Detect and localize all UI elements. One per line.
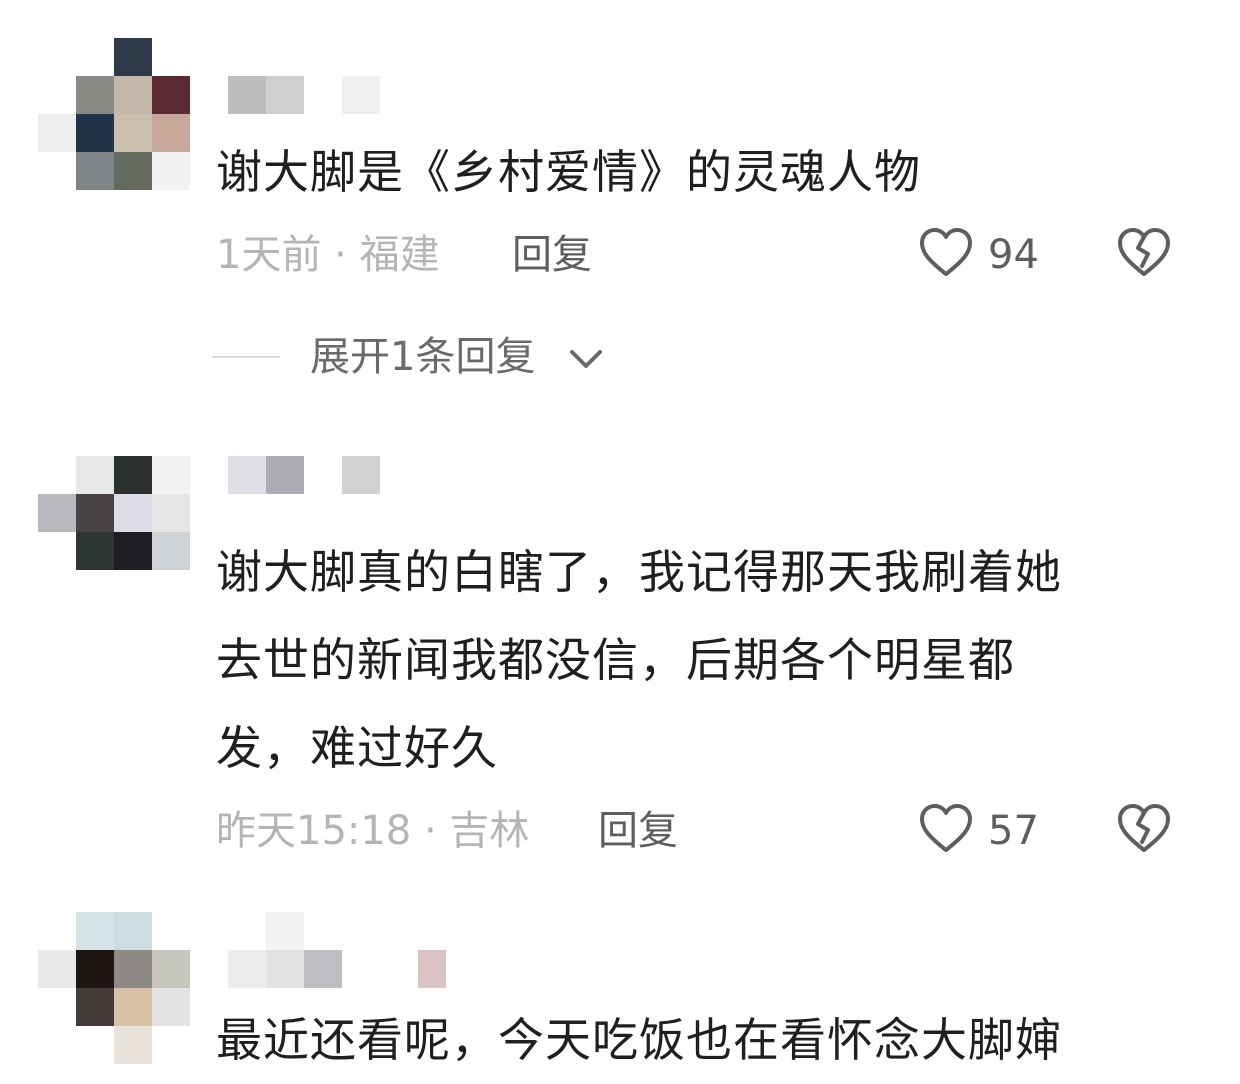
- comment-time-location: 1天前 · 福建: [216, 232, 440, 278]
- reply-button[interactable]: 回复: [512, 230, 592, 280]
- comment-text-line: 发，难过好久: [216, 721, 498, 775]
- comment-text-line: 去世的新闻我都没信，后期各个明星都: [216, 633, 1015, 687]
- expand-replies-label: 展开1条回复: [310, 334, 536, 380]
- chevron-down-icon: [568, 344, 604, 376]
- reply-button[interactable]: 回复: [598, 806, 678, 856]
- heart-outline-icon[interactable]: [918, 802, 974, 860]
- broken-heart-icon[interactable]: [1116, 802, 1172, 860]
- avatar[interactable]: [38, 38, 190, 190]
- like-count: 94: [988, 232, 1039, 278]
- comment-text-line: 谢大脚真的白瞎了，我记得那天我刷着她: [216, 545, 1062, 599]
- avatar[interactable]: [38, 912, 190, 1064]
- comment-time-location: 昨天15:18 · 吉林: [216, 808, 530, 854]
- comment-text: 最近还看呢，今天吃饭也在看怀念大脚婶: [216, 1013, 1062, 1067]
- divider-line: [212, 356, 280, 358]
- avatar[interactable]: [38, 456, 190, 570]
- heart-outline-icon[interactable]: [918, 226, 974, 284]
- like-count: 57: [988, 808, 1039, 854]
- broken-heart-icon[interactable]: [1116, 226, 1172, 284]
- comment-text: 谢大脚是《乡村爱情》的灵魂人物: [216, 145, 921, 199]
